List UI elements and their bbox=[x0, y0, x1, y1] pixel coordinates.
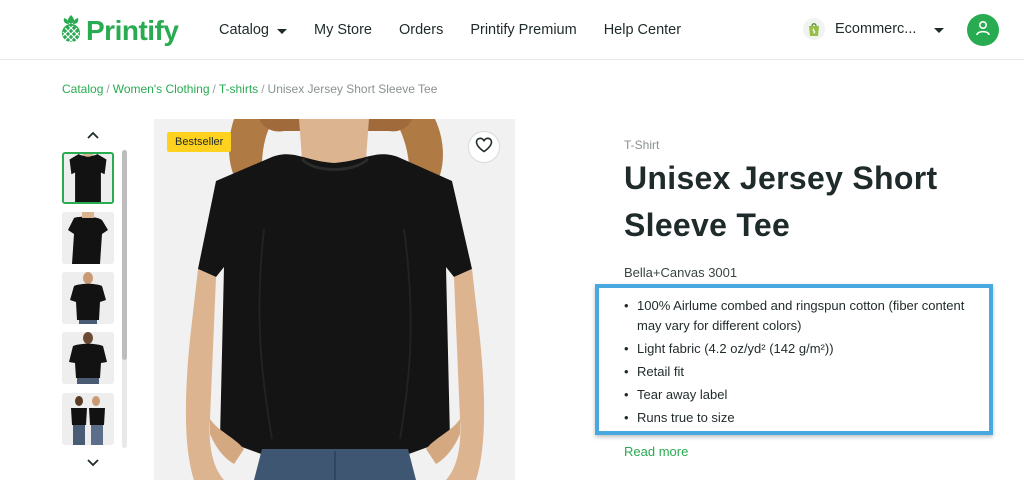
nav-catalog-label: Catalog bbox=[219, 22, 269, 38]
nav-orders-label: Orders bbox=[399, 22, 444, 38]
nav-catalog[interactable]: Catalog bbox=[219, 22, 287, 38]
breadcrumb-separator: / bbox=[106, 82, 110, 96]
thumbnail-front[interactable] bbox=[62, 152, 114, 204]
feature-item: 100% Airlume combed and ringspun cotton … bbox=[624, 296, 984, 336]
printify-logo-icon bbox=[60, 13, 82, 48]
store-name: Ecommerc... bbox=[835, 21, 917, 37]
nav-my-store-label: My Store bbox=[313, 22, 372, 38]
feature-item: Tear away label bbox=[624, 385, 984, 405]
store-selector[interactable]: Ecommerc... bbox=[803, 18, 945, 40]
main-product-image[interactable] bbox=[154, 119, 515, 480]
top-navigation-bar: Printify Catalog My Store Orders Printif… bbox=[0, 0, 1024, 60]
product-category: T-Shirt bbox=[624, 138, 660, 152]
feature-item: Retail fit bbox=[624, 362, 984, 382]
feature-item: Runs true to size bbox=[624, 408, 984, 428]
product-brand-model: Bella+Canvas 3001 bbox=[624, 265, 738, 280]
favorite-button[interactable] bbox=[468, 131, 500, 163]
breadcrumb-t-shirts[interactable]: T-shirts bbox=[219, 82, 258, 96]
product-features-list: 100% Airlume combed and ringspun cotton … bbox=[624, 296, 984, 431]
thumbnail-couple[interactable] bbox=[62, 393, 114, 445]
feature-item: Light fabric (4.2 oz/yd² (142 g/m²)) bbox=[624, 339, 984, 359]
main-nav: Catalog My Store Orders Printify Premium… bbox=[219, 0, 708, 60]
thumbnail-male-front[interactable] bbox=[62, 272, 114, 324]
nav-my-store[interactable]: My Store bbox=[314, 22, 372, 38]
thumbnail-scrollbar[interactable] bbox=[122, 150, 127, 360]
nav-printify-premium[interactable]: Printify Premium bbox=[470, 22, 576, 38]
breadcrumb-womens-clothing[interactable]: Women's Clothing bbox=[113, 82, 210, 96]
chevron-down-icon bbox=[934, 27, 945, 33]
user-avatar-button[interactable] bbox=[967, 14, 999, 46]
breadcrumb-catalog[interactable]: Catalog bbox=[62, 82, 103, 96]
shopify-bag-icon bbox=[803, 18, 825, 40]
nav-help-center[interactable]: Help Center bbox=[604, 22, 681, 38]
heart-icon bbox=[475, 136, 493, 158]
read-more-link[interactable]: Read more bbox=[624, 444, 688, 459]
user-icon bbox=[975, 20, 991, 41]
logo-text: Printify bbox=[86, 14, 179, 46]
nav-premium-label: Printify Premium bbox=[470, 22, 577, 38]
breadcrumb: Catalog / Women's Clothing / T-shirts / Unisex… bbox=[62, 82, 437, 96]
thumbnails-scroll-down-button[interactable] bbox=[86, 455, 100, 473]
thumbnail-side[interactable] bbox=[62, 212, 114, 264]
nav-orders[interactable]: Orders bbox=[399, 22, 443, 38]
bestseller-badge: Bestseller bbox=[167, 132, 232, 152]
nav-help-center-label: Help Center bbox=[603, 22, 682, 38]
thumbnails-scroll-up-button[interactable] bbox=[86, 127, 100, 145]
printify-logo[interactable]: Printify bbox=[60, 13, 179, 48]
thumbnail-male-back[interactable] bbox=[62, 332, 114, 384]
product-title: Unisex Jersey Short Sleeve Tee bbox=[624, 160, 938, 243]
chevron-down-icon bbox=[276, 28, 287, 34]
chevron-down-icon bbox=[86, 455, 100, 472]
breadcrumb-separator: / bbox=[212, 82, 216, 96]
breadcrumb-current-page: Unisex Jersey Short Sleeve Tee bbox=[267, 82, 438, 96]
breadcrumb-separator: / bbox=[261, 82, 265, 96]
chevron-up-icon bbox=[86, 127, 100, 144]
